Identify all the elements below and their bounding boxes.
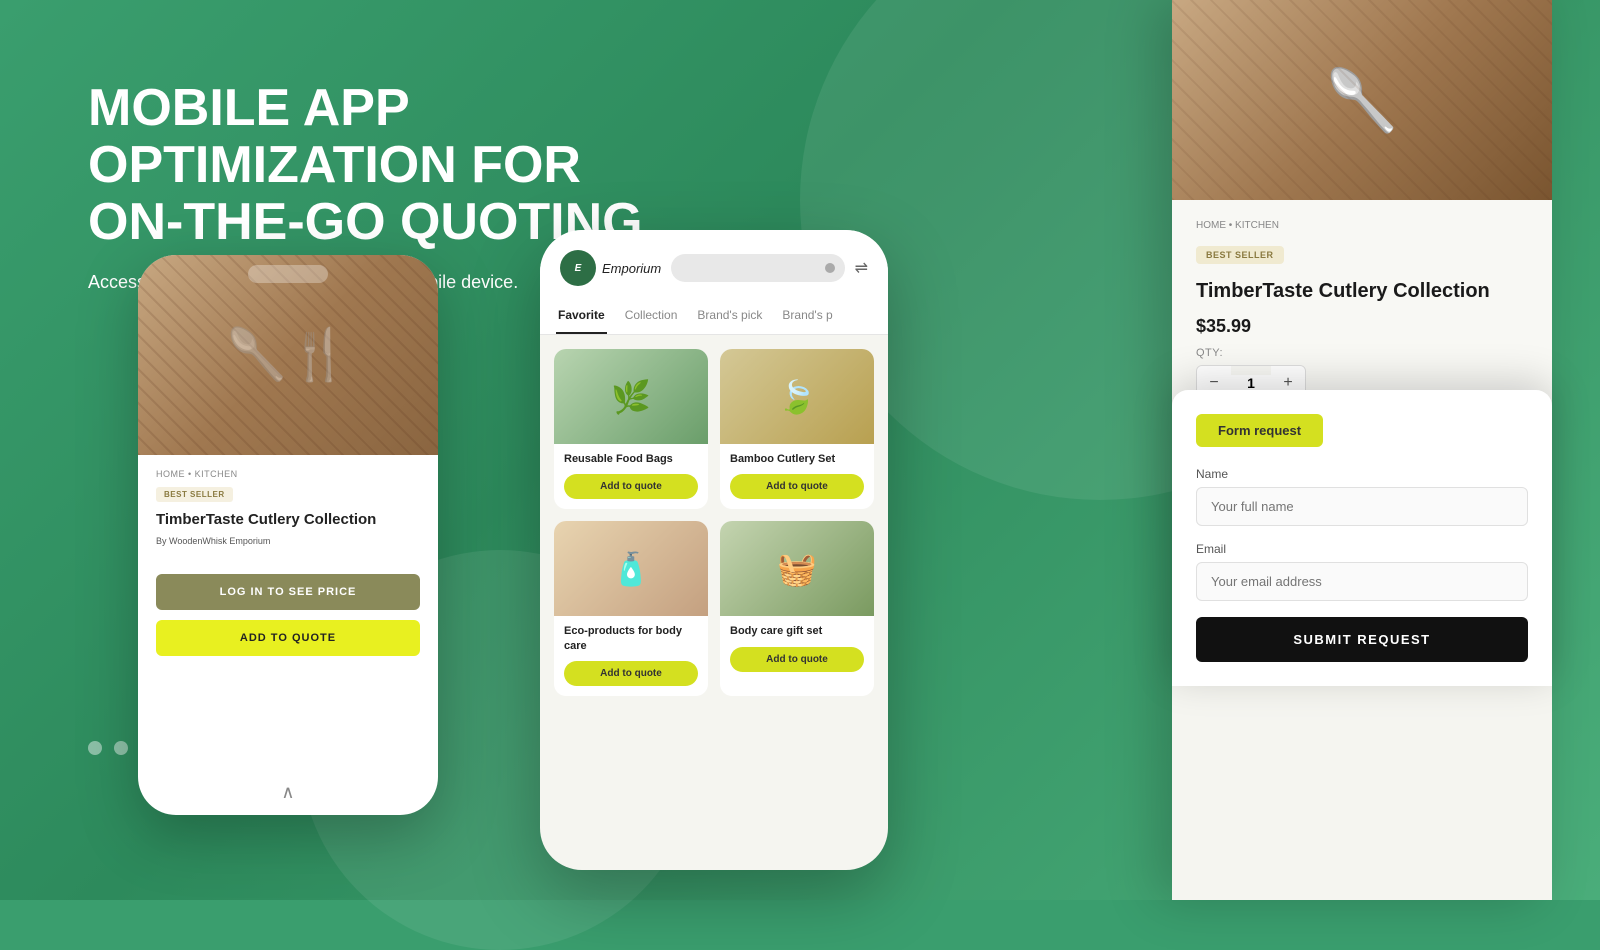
product-card-2-title: Bamboo Cutlery Set [730, 452, 864, 466]
product-card-1-body: Reusable Food Bags Add to quote [554, 444, 708, 509]
phone-left-badge: BEST SELLER [156, 487, 233, 502]
phone-left-product-title: TimberTaste Cutlery Collection [156, 510, 420, 530]
add-to-quote-product-1[interactable]: Add to quote [564, 474, 698, 499]
tab-brands-pick[interactable]: Brand's pick [695, 298, 764, 334]
qty-label: QTY: [1196, 347, 1528, 359]
add-to-quote-product-4[interactable]: Add to quote [730, 647, 864, 672]
phone-right-product-image: 🥄 [1172, 0, 1552, 200]
phone-right-price: $35.99 [1196, 316, 1528, 337]
form-request-title: Form request [1196, 414, 1323, 447]
phone-left: HOME • KITCHEN BEST SELLER TimberTaste C… [138, 255, 438, 815]
qty-value: 1 [1231, 375, 1271, 391]
phone-right-product-name: TimberTaste Cutlery Collection [1196, 278, 1528, 304]
app-header: E Emporium ⇌ [540, 230, 888, 298]
form-request-panel: Form request Name Email SUBMIT REQUEST [1172, 390, 1552, 686]
phone-left-vendor: By WoodenWhisk Emporium [156, 536, 420, 546]
product-card-2: 🍃 Bamboo Cutlery Set Add to quote [720, 349, 874, 509]
phone-left-product-image [138, 255, 438, 455]
add-to-quote-button-left[interactable]: ADD TO QUOTE [156, 620, 420, 656]
email-label: Email [1196, 542, 1528, 556]
login-to-see-price-button[interactable]: LOG IN TO SEE PRICE [156, 574, 420, 610]
scroll-up-icon[interactable]: ∧ [281, 782, 294, 803]
email-input[interactable] [1196, 562, 1528, 601]
product-card-4-image: 🧺 [720, 521, 874, 616]
app-tabs: Favorite Collection Brand's pick Brand's… [540, 298, 888, 335]
submit-request-button[interactable]: SUBMIT REQUEST [1196, 617, 1528, 662]
name-input[interactable] [1196, 487, 1528, 526]
tab-brands-p[interactable]: Brand's p [780, 298, 834, 334]
product-card-2-body: Bamboo Cutlery Set Add to quote [720, 444, 874, 509]
phone-right-badge: BEST SELLER [1196, 246, 1284, 264]
product-card-3-image: 🧴 [554, 521, 708, 616]
product-card-4-title: Body care gift set [730, 624, 864, 638]
app-logo: E [560, 250, 596, 286]
phone-notch [248, 265, 328, 283]
product-card-4-body: Body care gift set Add to quote [720, 616, 874, 681]
phone-left-breadcrumb: HOME • KITCHEN [156, 469, 420, 479]
phone-center: E Emporium ⇌ Favorite Collection Brand's… [540, 230, 888, 870]
add-to-quote-product-3[interactable]: Add to quote [564, 661, 698, 686]
product-card-2-image: 🍃 [720, 349, 874, 444]
product-card-4: 🧺 Body care gift set Add to quote [720, 521, 874, 696]
product-grid: 🌿 Reusable Food Bags Add to quote 🍃 Bamb… [540, 335, 888, 710]
name-label: Name [1196, 467, 1528, 481]
product-card-1-image: 🌿 [554, 349, 708, 444]
dot-2[interactable] [114, 741, 128, 755]
dot-1[interactable] [88, 741, 102, 755]
tab-collection[interactable]: Collection [623, 298, 680, 334]
product-card-3: 🧴 Eco-products for body care Add to quot… [554, 521, 708, 696]
product-card-3-title: Eco-products for body care [564, 624, 698, 653]
product-card-1-title: Reusable Food Bags [564, 452, 698, 466]
filter-icon[interactable]: ⇌ [855, 258, 868, 278]
phone-right-breadcrumb: HOME • KITCHEN [1196, 220, 1528, 231]
tab-favorite[interactable]: Favorite [556, 298, 607, 334]
search-dot [825, 263, 835, 273]
phone-left-content: HOME • KITCHEN BEST SELLER TimberTaste C… [138, 455, 438, 670]
search-bar[interactable] [671, 254, 844, 282]
app-logo-text: Emporium [602, 261, 661, 276]
product-card-1: 🌿 Reusable Food Bags Add to quote [554, 349, 708, 509]
add-to-quote-product-2[interactable]: Add to quote [730, 474, 864, 499]
hero-heading: MOBILE APP OPTIMIZATION FOR ON-THE-GO QU… [88, 80, 668, 252]
product-card-3-body: Eco-products for body care Add to quote [554, 616, 708, 696]
